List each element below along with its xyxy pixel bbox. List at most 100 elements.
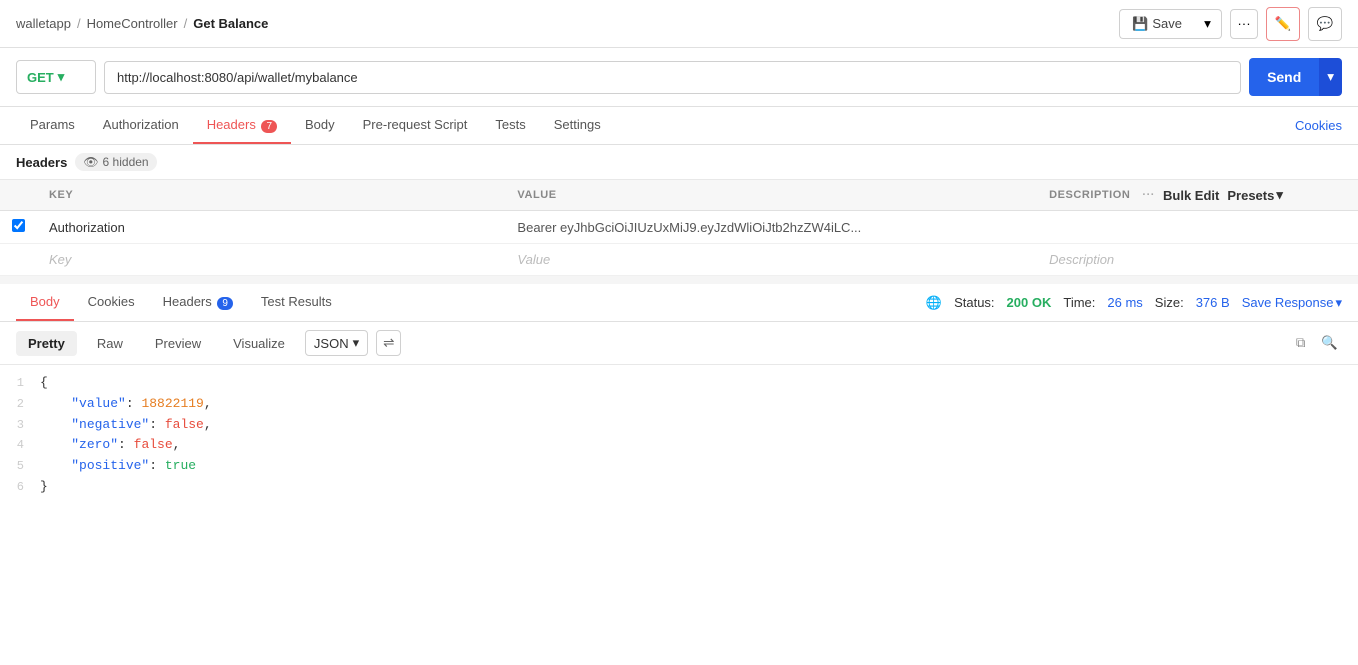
table-row: Authorization Bearer eyJhbGciOiJIUzUxMiJ… bbox=[0, 211, 1358, 244]
copy-icon: ⧉ bbox=[1296, 335, 1306, 350]
hidden-count: 6 hidden bbox=[103, 155, 149, 169]
presets-button[interactable]: Presets ▾ bbox=[1227, 187, 1283, 203]
breadcrumb-controller[interactable]: HomeController bbox=[87, 16, 178, 31]
save-icon: 💾 bbox=[1132, 16, 1148, 32]
send-label: Send bbox=[1267, 69, 1301, 85]
top-bar: walletapp / HomeController / Get Balance… bbox=[0, 0, 1358, 48]
presets-label: Presets bbox=[1227, 188, 1274, 203]
more-options-button[interactable]: ··· bbox=[1230, 9, 1258, 39]
method-select[interactable]: GET ▾ bbox=[16, 60, 96, 94]
response-tab-body[interactable]: Body bbox=[16, 284, 74, 321]
headers-table: KEY VALUE DESCRIPTION ··· Bulk Edit Pres… bbox=[0, 180, 1358, 276]
size-label: Size: bbox=[1155, 295, 1184, 310]
code-content: { bbox=[40, 373, 1358, 394]
code-content: "zero": false, bbox=[40, 435, 1358, 456]
comment-button[interactable]: 💬 bbox=[1308, 7, 1342, 41]
tab-body[interactable]: Body bbox=[291, 107, 349, 144]
breadcrumb-app[interactable]: walletapp bbox=[16, 16, 71, 31]
send-button[interactable]: Send bbox=[1249, 58, 1319, 96]
tab-settings[interactable]: Settings bbox=[540, 107, 615, 144]
response-tab-test-results[interactable]: Test Results bbox=[247, 284, 346, 321]
save-label: Save bbox=[1152, 16, 1182, 31]
pencil-icon: ✏️ bbox=[1275, 16, 1292, 32]
tab-pre-request-script[interactable]: Pre-request Script bbox=[349, 107, 482, 144]
code-line-4: 4 "zero": false, bbox=[0, 435, 1358, 456]
header-value: Bearer eyJhbGciOiJIUzUxMiJ9.eyJzdWliOiJt… bbox=[517, 220, 861, 235]
bulk-edit-button[interactable]: Bulk Edit bbox=[1163, 188, 1219, 203]
headers-title-row: Headers 👁 6 hidden bbox=[0, 145, 1358, 180]
eye-icon: 👁 bbox=[83, 155, 98, 169]
wrap-button[interactable]: ⇌ bbox=[376, 330, 401, 356]
tab-headers[interactable]: Headers 7 bbox=[193, 107, 291, 144]
headers-badge: 7 bbox=[261, 120, 277, 133]
line-number: 3 bbox=[0, 415, 40, 436]
format-tab-raw[interactable]: Raw bbox=[85, 331, 135, 356]
key-placeholder[interactable]: Key bbox=[49, 252, 71, 267]
copy-button[interactable]: ⧉ bbox=[1292, 331, 1310, 355]
json-format-select[interactable]: JSON ▾ bbox=[305, 330, 368, 356]
time-value: 26 ms bbox=[1107, 295, 1142, 310]
code-content: "positive": true bbox=[40, 456, 1358, 477]
line-number: 6 bbox=[0, 477, 40, 498]
send-chevron-button[interactable]: ▾ bbox=[1319, 58, 1342, 96]
save-chevron-button[interactable]: ▾ bbox=[1194, 9, 1222, 39]
top-actions: 💾 Save ▾ ··· ✏️ 💬 bbox=[1119, 7, 1342, 41]
response-tab-cookies[interactable]: Cookies bbox=[74, 284, 149, 321]
line-number: 2 bbox=[0, 394, 40, 415]
response-tab-headers[interactable]: Headers 9 bbox=[149, 284, 247, 321]
json-format-label: JSON bbox=[314, 336, 349, 351]
search-button[interactable]: 🔍 bbox=[1317, 331, 1342, 355]
method-label: GET bbox=[27, 70, 54, 85]
code-line-2: 2 "value": 18822119, bbox=[0, 394, 1358, 415]
breadcrumb: walletapp / HomeController / Get Balance bbox=[16, 16, 268, 31]
value-placeholder[interactable]: Value bbox=[517, 252, 550, 267]
response-headers-badge: 9 bbox=[217, 297, 233, 310]
format-row: Pretty Raw Preview Visualize JSON ▾ ⇌ ⧉ … bbox=[0, 322, 1358, 365]
description-placeholder[interactable]: Description bbox=[1049, 252, 1114, 267]
status-label: Status: bbox=[954, 295, 994, 310]
th-dots-icon[interactable]: ··· bbox=[1142, 189, 1155, 201]
table-empty-row: Key Value Description bbox=[0, 244, 1358, 276]
row-checkbox[interactable] bbox=[12, 219, 25, 232]
code-line-6: 6 } bbox=[0, 477, 1358, 498]
line-number: 5 bbox=[0, 456, 40, 477]
format-tab-preview[interactable]: Preview bbox=[143, 331, 213, 356]
breadcrumb-action: Get Balance bbox=[193, 16, 268, 31]
globe-icon: 🌐 bbox=[926, 295, 942, 311]
code-content: "negative": false, bbox=[40, 415, 1358, 436]
save-response-label: Save Response bbox=[1242, 295, 1334, 310]
cookies-link[interactable]: Cookies bbox=[1295, 108, 1342, 143]
request-tabs-row: Params Authorization Headers 7 Body Pre-… bbox=[0, 107, 1358, 145]
breadcrumb-sep1: / bbox=[77, 16, 81, 31]
response-tabs-row: Body Cookies Headers 9 Test Results 🌐 St… bbox=[0, 284, 1358, 322]
url-input[interactable] bbox=[104, 61, 1241, 94]
tab-authorization[interactable]: Authorization bbox=[89, 107, 193, 144]
search-icon: 🔍 bbox=[1321, 335, 1338, 350]
save-response-chevron-icon: ▾ bbox=[1335, 295, 1342, 311]
format-tab-pretty[interactable]: Pretty bbox=[16, 331, 77, 356]
edit-button[interactable]: ✏️ bbox=[1266, 7, 1300, 41]
response-section: Body Cookies Headers 9 Test Results 🌐 St… bbox=[0, 284, 1358, 506]
headers-section: Headers 👁 6 hidden KEY VALUE DESCRIPTION… bbox=[0, 145, 1358, 276]
comment-icon: 💬 bbox=[1317, 16, 1334, 32]
wrap-icon: ⇌ bbox=[383, 335, 394, 351]
tab-params[interactable]: Params bbox=[16, 107, 89, 144]
code-line-5: 5 "positive": true bbox=[0, 456, 1358, 477]
code-line-1: 1 { bbox=[0, 373, 1358, 394]
save-button[interactable]: 💾 Save bbox=[1119, 9, 1194, 39]
code-line-3: 3 "negative": false, bbox=[0, 415, 1358, 436]
size-value: 376 B bbox=[1196, 295, 1230, 310]
line-number: 4 bbox=[0, 435, 40, 456]
presets-chevron-icon: ▾ bbox=[1276, 187, 1283, 203]
format-tab-visualize[interactable]: Visualize bbox=[221, 331, 297, 356]
headers-section-title: Headers bbox=[16, 155, 67, 170]
save-response-button[interactable]: Save Response ▾ bbox=[1242, 295, 1342, 311]
json-format-chevron-icon: ▾ bbox=[353, 335, 360, 351]
th-key: KEY bbox=[37, 180, 505, 211]
th-checkbox bbox=[0, 180, 37, 211]
header-key: Authorization bbox=[49, 220, 125, 235]
save-group: 💾 Save ▾ bbox=[1119, 9, 1222, 39]
code-content: } bbox=[40, 477, 1358, 498]
tab-tests[interactable]: Tests bbox=[481, 107, 539, 144]
hidden-badge: 👁 6 hidden bbox=[75, 153, 156, 171]
